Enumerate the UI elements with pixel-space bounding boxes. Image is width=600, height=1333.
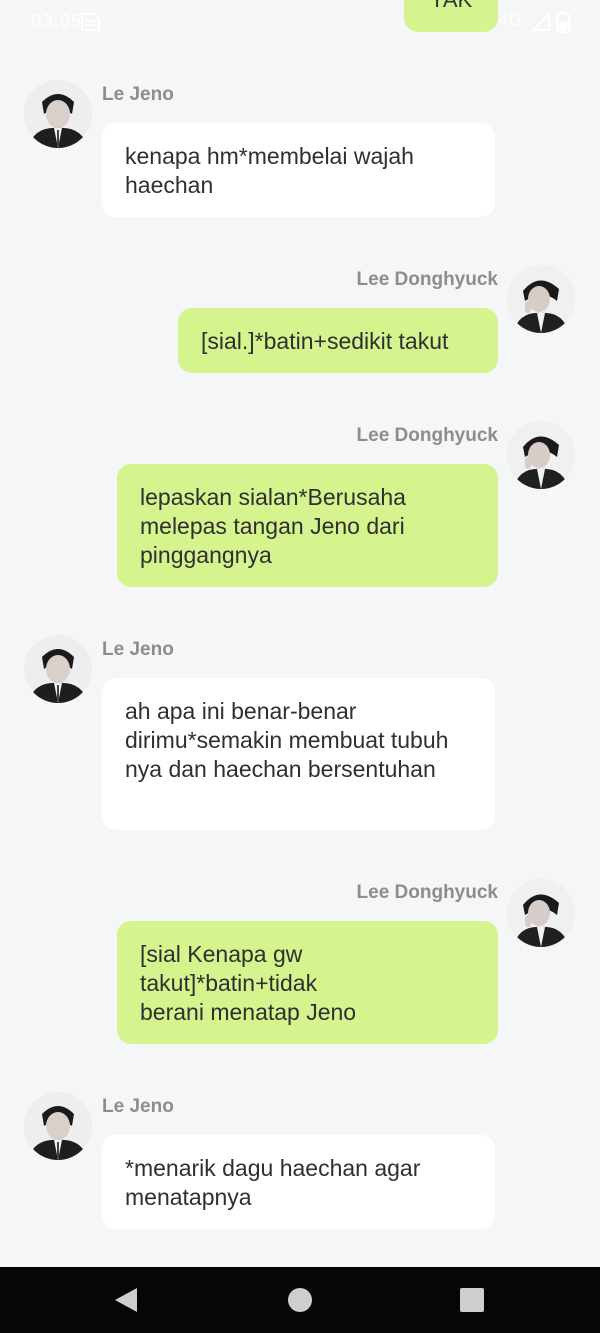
navigation-bar xyxy=(0,1267,600,1333)
sender-name: Lee Donghyuck xyxy=(356,269,498,290)
person-avatar-icon xyxy=(24,1092,92,1160)
recents-square-icon[interactable] xyxy=(459,1286,485,1314)
partial-message-bubble: YAK xyxy=(404,0,498,32)
person-avatar-icon xyxy=(507,265,575,333)
battery-icon xyxy=(556,11,570,33)
message-text: [sial.]*batin+sedikit takut xyxy=(201,328,449,354)
message-text: lepaskan sialan*Berusaha melepas tangan … xyxy=(140,484,406,568)
avatar[interactable] xyxy=(507,879,575,947)
message-bubble-outgoing[interactable]: lepaskan sialan*Berusaha melepas tangan … xyxy=(117,464,498,587)
message-text: [sial Kenapa gw takut]*batin+tidak beran… xyxy=(140,941,357,1025)
person-avatar-icon xyxy=(507,421,575,489)
status-time: 03.05 xyxy=(31,12,83,32)
signal-icon-2 xyxy=(532,13,550,31)
message-bubble-incoming[interactable]: *menarik dagu haechan agar menatapnya xyxy=(102,1135,495,1229)
sender-name: Le Jeno xyxy=(102,1096,174,1117)
home-circle-icon[interactable] xyxy=(287,1286,313,1314)
message-bubble-incoming[interactable]: kenapa hm*membelai wajah haechan xyxy=(102,123,495,217)
person-avatar-icon xyxy=(24,80,92,148)
sender-name: Le Jeno xyxy=(102,84,174,105)
message-bubble-outgoing[interactable]: [sial Kenapa gw takut]*batin+tidak beran… xyxy=(117,921,498,1044)
sender-name: Lee Donghyuck xyxy=(356,882,498,903)
avatar[interactable] xyxy=(507,421,575,489)
message-text: *menarik dagu haechan agar menatapnya xyxy=(125,1155,421,1210)
partial-message-text: YAK xyxy=(430,0,472,12)
person-avatar-icon xyxy=(24,635,92,703)
sender-name: Lee Donghyuck xyxy=(356,425,498,446)
sim-card-icon xyxy=(81,13,100,31)
message-text: kenapa hm*membelai wajah haechan xyxy=(125,143,414,198)
message-bubble-incoming[interactable]: ah apa ini benar-benar dirimu*semakin me… xyxy=(102,678,495,830)
avatar[interactable] xyxy=(24,1092,92,1160)
network-type: 4G xyxy=(498,11,522,31)
avatar[interactable] xyxy=(24,635,92,703)
message-bubble-outgoing[interactable]: [sial.]*batin+sedikit takut xyxy=(178,308,498,373)
back-triangle-icon[interactable] xyxy=(113,1286,139,1314)
status-bar: 03.05 4G xyxy=(0,0,600,44)
message-text: ah apa ini benar-benar dirimu*semakin me… xyxy=(125,698,449,782)
avatar[interactable] xyxy=(507,265,575,333)
sender-name: Le Jeno xyxy=(102,639,174,660)
person-avatar-icon xyxy=(507,879,575,947)
avatar[interactable] xyxy=(24,80,92,148)
